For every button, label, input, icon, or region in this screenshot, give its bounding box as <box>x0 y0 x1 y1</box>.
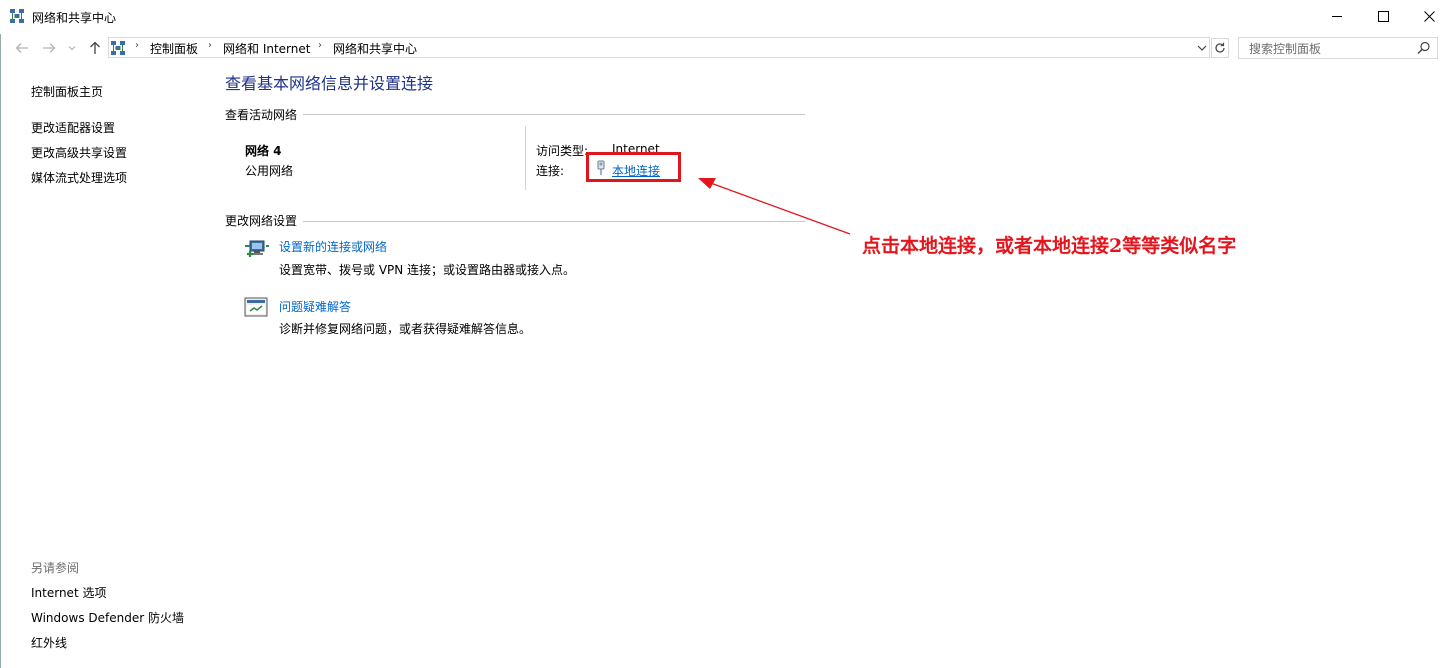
annotation-text: 点击本地连接，或者本地连接2等等类似名字 <box>862 235 1237 257</box>
annotation-highlight-box <box>586 152 681 182</box>
change-network-settings-header: 更改网络设置 <box>225 212 304 229</box>
access-type-label: 访问类型: <box>536 144 589 158</box>
connection-label: 连接: <box>536 164 565 178</box>
search-icon[interactable] <box>1417 41 1431 55</box>
maximize-icon <box>1377 10 1389 22</box>
page-title: 查看基本网络信息并设置连接 <box>225 74 434 93</box>
chevron-down-icon <box>1197 45 1207 51</box>
chevron-right-icon: › <box>208 40 212 51</box>
vertical-divider <box>525 126 526 190</box>
recent-locations-button[interactable] <box>66 38 78 58</box>
forward-button[interactable] <box>39 38 59 58</box>
address-dropdown-button[interactable] <box>1195 40 1209 56</box>
setup-new-connection-link[interactable]: 设置新的连接或网络 <box>279 238 387 255</box>
network-category: 公用网络 <box>245 164 294 178</box>
new-connection-icon <box>245 240 269 257</box>
refresh-button[interactable] <box>1211 38 1229 58</box>
breadcrumb-control-panel[interactable]: 控制面板 <box>150 40 198 57</box>
minimize-button[interactable] <box>1314 0 1360 32</box>
windows-defender-firewall-link[interactable]: Windows Defender 防火墙 <box>31 609 184 626</box>
forward-arrow-icon <box>43 43 56 53</box>
active-networks-header: 查看活动网络 <box>225 106 304 123</box>
infrared-link[interactable]: 红外线 <box>31 634 67 651</box>
title-bar <box>0 0 1452 34</box>
close-icon <box>1423 10 1435 22</box>
window-title: 网络和共享中心 <box>32 11 117 25</box>
chevron-right-icon: › <box>318 40 322 51</box>
network-name: 网络 4 <box>245 144 282 158</box>
breadcrumb-network-internet[interactable]: 网络和 Internet <box>223 40 310 57</box>
back-arrow-icon <box>15 43 28 53</box>
breadcrumb-network-sharing-center[interactable]: 网络和共享中心 <box>333 40 417 57</box>
close-button[interactable] <box>1406 0 1452 32</box>
change-adapter-settings-link[interactable]: 更改适配器设置 <box>31 119 115 136</box>
window-border <box>0 0 1 668</box>
up-button[interactable] <box>85 38 105 58</box>
network-icon <box>111 41 125 55</box>
annotation-arrow <box>698 178 851 235</box>
minimize-icon <box>1331 15 1342 17</box>
see-also-header: 另请参阅 <box>31 561 80 575</box>
chevron-down-icon <box>68 46 76 51</box>
maximize-button[interactable] <box>1360 0 1406 32</box>
troubleshoot-description: 诊断并修复网络问题，或者获得疑难解答信息。 <box>279 322 532 336</box>
section-divider <box>225 114 805 115</box>
back-button[interactable] <box>12 38 32 58</box>
refresh-icon <box>1215 42 1225 53</box>
media-streaming-options-link[interactable]: 媒体流式处理选项 <box>31 169 127 186</box>
search-box[interactable] <box>1238 37 1438 59</box>
network-icon <box>10 9 24 23</box>
setup-new-connection-description: 设置宽带、拨号或 VPN 连接；或设置路由器或接入点。 <box>279 263 576 277</box>
search-input[interactable] <box>1247 40 1416 58</box>
change-advanced-sharing-link[interactable]: 更改高级共享设置 <box>31 144 127 161</box>
internet-options-link[interactable]: Internet 选项 <box>31 584 106 601</box>
up-arrow-icon <box>90 41 100 54</box>
control-panel-home-link[interactable]: 控制面板主页 <box>31 83 103 100</box>
troubleshoot-problems-link[interactable]: 问题疑难解答 <box>279 298 351 315</box>
chevron-right-icon: › <box>135 40 139 51</box>
troubleshoot-icon <box>244 297 268 317</box>
